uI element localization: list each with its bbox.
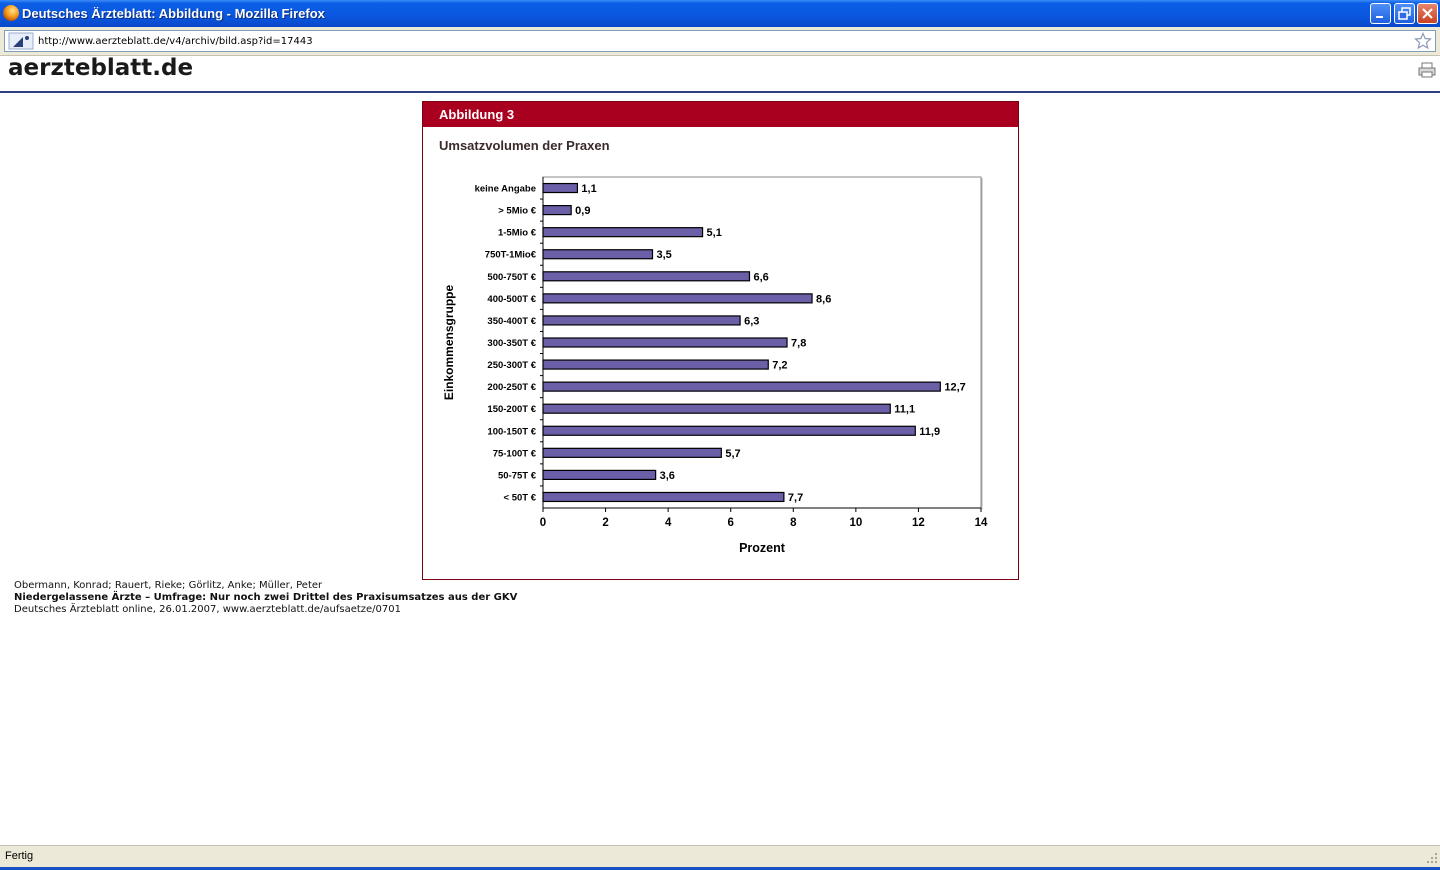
data-label: 8,6 [816, 293, 831, 305]
x-axis-title: Prozent [739, 541, 786, 555]
bar [542, 315, 741, 326]
site-logo[interactable]: aerzteblatt.de [8, 55, 193, 81]
data-label: 5,1 [707, 227, 722, 239]
status-bar: Fertig [0, 845, 1440, 867]
minimize-button[interactable] [1370, 3, 1391, 24]
category-label: keine Angabe [475, 184, 536, 195]
close-button[interactable] [1417, 3, 1438, 24]
data-label: 7,8 [791, 338, 806, 350]
bar [542, 469, 657, 480]
header-divider [0, 91, 1440, 93]
bar [542, 271, 751, 282]
citation-authors: Obermann, Konrad; Rauert, Rieke; Görlitz… [14, 580, 323, 591]
category-label: 75-100T € [493, 448, 537, 459]
data-label: 5,7 [725, 448, 740, 460]
data-label: 7,2 [772, 360, 787, 372]
restore-icon [1398, 7, 1411, 20]
data-label: 3,6 [660, 470, 675, 482]
bar [542, 381, 941, 392]
restore-button[interactable] [1394, 3, 1415, 24]
data-label: 6,3 [744, 315, 759, 327]
data-label: 3,5 [657, 249, 672, 261]
x-tick-label: 8 [790, 517, 797, 529]
data-label: 11,9 [919, 426, 940, 438]
url-input[interactable] [38, 33, 1398, 49]
bar [542, 447, 722, 458]
close-icon [1422, 8, 1433, 19]
bar [542, 227, 704, 238]
bar [542, 491, 785, 503]
bar [542, 249, 654, 260]
bar [542, 204, 572, 216]
citation: Obermann, Konrad; Rauert, Rieke; Görlitz… [14, 580, 517, 616]
category-label: 500-750T € [487, 272, 536, 283]
figure-panel: Abbildung 3 Umsatzvolumen der Praxen 1,1… [422, 101, 1019, 580]
x-tick-label: 12 [912, 517, 925, 529]
category-label: 300-350T € [487, 338, 536, 349]
category-label: > 5Mio € [498, 206, 536, 217]
category-label: 200-250T € [487, 382, 536, 393]
category-label: 150-200T € [487, 404, 536, 415]
x-tick-label: 10 [849, 517, 862, 529]
data-label: 6,6 [753, 271, 768, 283]
status-text: Fertig [5, 850, 34, 862]
print-icon[interactable] [1417, 62, 1437, 78]
citation-title[interactable]: Niedergelassene Ärzte – Umfrage: Nur noc… [14, 592, 517, 604]
category-label: < 50T € [504, 492, 537, 503]
bar-chart: 1,1 keine Angabe 0,9 > 5Mio € 5,1 1-5Mio € 3,5… [442, 176, 988, 555]
category-label: 100-150T € [487, 426, 536, 437]
data-label: 11,1 [894, 404, 915, 416]
bar [542, 293, 813, 304]
x-tick-label: 2 [602, 517, 608, 529]
site-identity-icon[interactable] [8, 32, 34, 50]
category-label: 1-5Mio € [498, 228, 537, 239]
category-label: 250-300T € [487, 360, 536, 371]
category-label: 50-75T € [498, 470, 537, 481]
navigation-toolbar [0, 27, 1440, 56]
data-label: 0,9 [575, 205, 590, 217]
bar [542, 337, 788, 348]
address-bar[interactable] [4, 30, 1436, 52]
firefox-icon [3, 5, 19, 21]
data-label: 1,1 [581, 183, 596, 195]
x-tick-label: 6 [728, 517, 734, 529]
x-tick-label: 14 [975, 517, 988, 529]
window-title-bar[interactable]: Deutsches Ärzteblatt: Abbildung - Mozill… [0, 0, 1440, 27]
category-label: 750T-1Mio€ [485, 250, 537, 261]
bar [542, 403, 891, 414]
x-tick-label: 4 [665, 517, 672, 529]
data-label: 7,7 [788, 492, 803, 504]
star-icon[interactable] [1414, 32, 1432, 50]
minimize-icon [1376, 16, 1383, 18]
data-label: 12,7 [944, 382, 965, 394]
category-label: 350-400T € [487, 316, 536, 327]
window-title: Deutsches Ärzteblatt: Abbildung - Mozill… [22, 6, 325, 21]
bar [542, 425, 916, 436]
x-tick-label: 0 [540, 517, 546, 529]
citation-source: Deutsches Ärzteblatt online, 26.01.2007,… [14, 604, 401, 615]
bar [542, 359, 769, 370]
resize-grip-icon[interactable] [1426, 852, 1438, 864]
category-label: 400-500T € [487, 294, 536, 305]
bar [542, 182, 579, 194]
y-axis-title: Einkommensgruppe [442, 285, 456, 401]
